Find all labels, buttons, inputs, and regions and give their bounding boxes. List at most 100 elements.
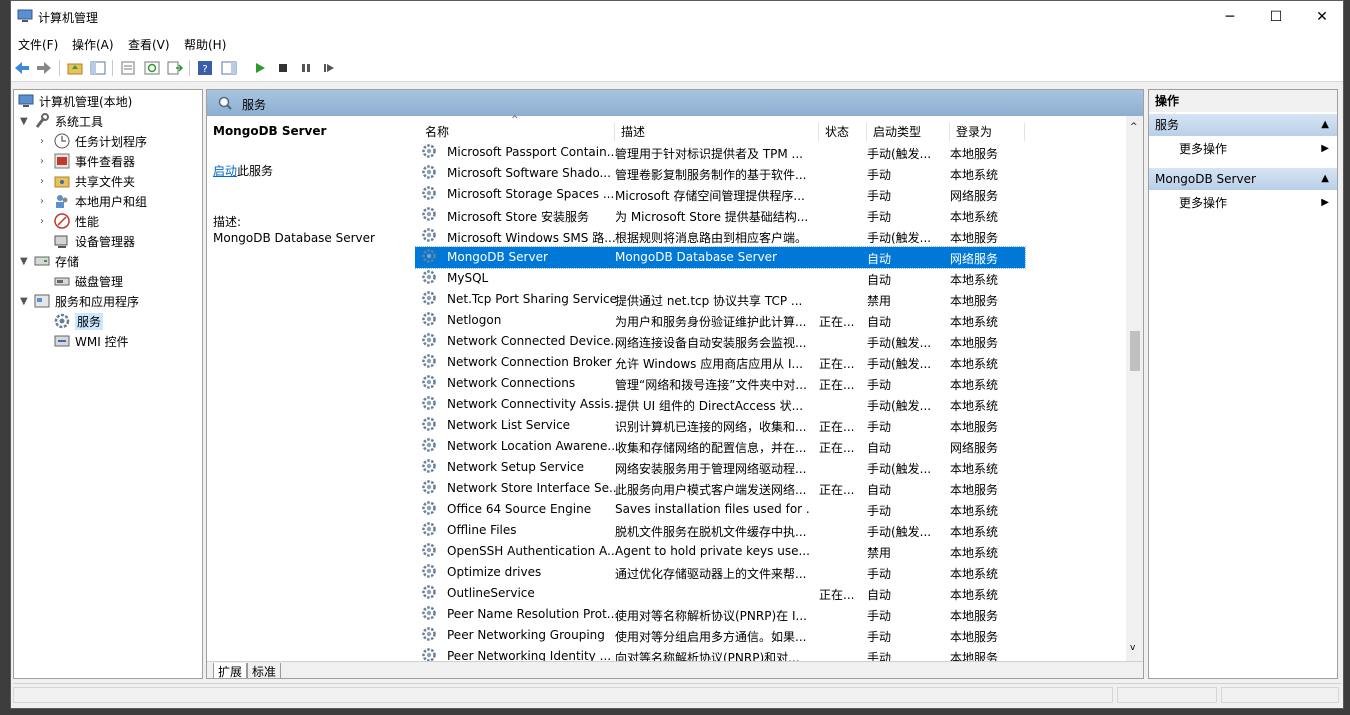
- service-row[interactable]: Network List Service 识别计算机已连接的网络，收集和... 正在…: [415, 415, 1025, 436]
- tree-node-event-viewer[interactable]: › 事件查看器: [40, 151, 135, 171]
- expand-arrow-icon[interactable]: ›: [40, 216, 54, 227]
- tab-standard[interactable]: 标准: [247, 663, 282, 678]
- service-logon-as: 本地服务: [950, 147, 999, 161]
- shared-folder-icon: [54, 173, 70, 189]
- maximize-button[interactable]: ☐: [1253, 1, 1299, 33]
- collapse-arrow-icon[interactable]: ▼: [20, 296, 34, 307]
- col-header-logon-as[interactable]: 登录为: [950, 123, 1025, 141]
- more-actions-services[interactable]: 更多操作 ▶: [1179, 138, 1329, 160]
- tree-node-task-scheduler[interactable]: › 任务计划程序: [40, 131, 147, 151]
- tree-node-local-users[interactable]: › 本地用户和组: [40, 191, 147, 211]
- tree-node-storage[interactable]: ▼ 存储: [20, 251, 79, 271]
- service-row[interactable]: Network Connectivity Assis... 提供 UI 组件的 D…: [415, 394, 1025, 415]
- service-name: Microsoft Store 安装服务: [447, 210, 589, 224]
- expand-arrow-icon[interactable]: ›: [40, 136, 54, 147]
- service-row[interactable]: OutlineService 正在... 自动 本地系统: [415, 583, 1025, 604]
- up-folder-icon[interactable]: [66, 59, 84, 77]
- service-row[interactable]: OpenSSH Authentication A... Agent to hold…: [415, 541, 1025, 562]
- service-startup-type: 手动: [867, 609, 892, 623]
- menu-file[interactable]: 文件(F): [18, 36, 58, 53]
- export-list-icon[interactable]: [166, 59, 184, 77]
- service-row[interactable]: Offline Files 脱机文件服务在脱机文件缓存中执... 手动(触发... 本…: [415, 520, 1025, 541]
- menu-action[interactable]: 操作(A): [72, 36, 114, 53]
- scroll-up-icon[interactable]: ^: [1130, 122, 1138, 132]
- restart-service-icon[interactable]: [320, 59, 338, 77]
- close-button[interactable]: ✕: [1299, 1, 1345, 33]
- service-gear-icon: [415, 353, 439, 372]
- service-row[interactable]: Peer Networking Grouping 使用对等分组启用多方通信。如果.…: [415, 625, 1025, 646]
- actions-section-mongodb[interactable]: MongoDB Server ▲: [1149, 168, 1337, 190]
- show-hide-tree-icon[interactable]: [89, 59, 107, 77]
- service-row[interactable]: Network Connected Device... 网络连接设备自动安装服务会…: [415, 331, 1025, 352]
- collapse-arrow-icon[interactable]: ▼: [20, 116, 34, 127]
- service-row[interactable]: Peer Networking Identity ... 向对等名称解析协议(PN…: [415, 646, 1025, 662]
- service-row[interactable]: Net.Tcp Port Sharing Service 提供通过 net.tcp…: [415, 289, 1025, 310]
- service-logon-as: 本地服务: [950, 231, 999, 245]
- service-row[interactable]: Microsoft Store 安装服务 为 Microsoft Store 提供…: [415, 205, 1025, 226]
- service-name: Offline Files: [447, 523, 517, 537]
- expand-arrow-icon[interactable]: ›: [40, 176, 54, 187]
- service-row[interactable]: Network Connection Broker 允许 Windows 应用商店…: [415, 352, 1025, 373]
- start-service-icon[interactable]: [251, 59, 269, 77]
- pause-service-icon[interactable]: [297, 59, 315, 77]
- scroll-down-icon[interactable]: v: [1130, 643, 1135, 653]
- refresh-icon[interactable]: [143, 59, 161, 77]
- users-icon: [54, 193, 70, 209]
- service-startup-type: 手动(触发...: [867, 231, 932, 245]
- service-startup-type: 手动: [867, 630, 892, 644]
- tree-node-device-manager[interactable]: 设备管理器: [40, 231, 135, 251]
- expand-arrow-icon[interactable]: ›: [40, 196, 54, 207]
- service-row[interactable]: MySQL 自动 本地系统: [415, 268, 1025, 289]
- service-row[interactable]: Microsoft Windows SMS 路... 根据规则将消息路由到相应客户…: [415, 226, 1025, 247]
- properties-icon[interactable]: [119, 59, 137, 77]
- service-name: Net.Tcp Port Sharing Service: [447, 292, 617, 306]
- tab-extended[interactable]: 扩展: [213, 663, 248, 678]
- service-row[interactable]: Optimize drives 通过优化存储驱动器上的文件来帮... 手动 本地系统: [415, 562, 1025, 583]
- service-gear-icon: [415, 311, 439, 330]
- service-row[interactable]: Network Store Interface Se... 此服务向用户模式客户端…: [415, 478, 1025, 499]
- service-row[interactable]: Netlogon 为用户和服务身份验证维护此计算... 正在... 自动 本地系统: [415, 310, 1025, 331]
- tree-node-services-apps[interactable]: ▼ 服务和应用程序: [20, 291, 139, 311]
- stop-service-icon[interactable]: [274, 59, 292, 77]
- service-row[interactable]: Office 64 Source Engine Saves installatio…: [415, 499, 1025, 520]
- scrollbar-thumb[interactable]: [1130, 331, 1140, 371]
- tree-node-shared-folders[interactable]: › 共享文件夹: [40, 171, 135, 191]
- service-row[interactable]: Network Connections 管理“网络和拨号连接”文件夹中对... 正在…: [415, 373, 1025, 394]
- collapse-up-icon[interactable]: ▲: [1321, 114, 1329, 136]
- action-pane-icon[interactable]: [220, 59, 238, 77]
- more-actions-mongodb[interactable]: 更多操作 ▶: [1179, 192, 1329, 214]
- col-header-description[interactable]: 描述: [615, 123, 819, 141]
- tree-node-disk-management[interactable]: 磁盘管理: [40, 271, 123, 291]
- tree-node-services[interactable]: 服务: [54, 311, 104, 331]
- vertical-scrollbar[interactable]: ^ v: [1126, 116, 1143, 661]
- service-row[interactable]: Microsoft Software Shado... 管理卷影复制服务制作的基于…: [415, 163, 1025, 184]
- help-icon[interactable]: ?: [196, 59, 214, 77]
- forward-icon[interactable]: [35, 59, 53, 77]
- service-name: Network Location Awarene...: [447, 439, 617, 453]
- service-row[interactable]: Peer Name Resolution Prot... 使用对等名称解析协议(P…: [415, 604, 1025, 625]
- service-row[interactable]: Network Location Awarene... 收集和存储网络的配置信息，…: [415, 436, 1025, 457]
- submenu-arrow-icon: ▶: [1321, 143, 1329, 154]
- service-description: 脱机文件服务在脱机文件缓存中执...: [615, 525, 807, 539]
- service-description: Agent to hold private keys use...: [615, 544, 810, 558]
- menu-help[interactable]: 帮助(H): [184, 36, 226, 53]
- tree-node-system-tools[interactable]: ▼ 系统工具: [20, 111, 103, 131]
- minimize-button[interactable]: ─: [1207, 1, 1253, 33]
- collapse-up-icon[interactable]: ▲: [1321, 168, 1329, 190]
- start-service-link[interactable]: 启动: [213, 164, 237, 178]
- col-header-startup-type[interactable]: 启动类型: [867, 123, 950, 141]
- service-row[interactable]: MongoDB Server MongoDB Database Server 自动 网…: [415, 246, 1026, 269]
- tree-node-performance[interactable]: › 性能: [40, 211, 99, 231]
- tree-node-wmi[interactable]: WMI 控件: [54, 331, 129, 351]
- actions-section-services[interactable]: 服务 ▲: [1149, 114, 1337, 136]
- tree-node-root[interactable]: 计算机管理(本地): [18, 91, 132, 111]
- back-icon[interactable]: [13, 59, 31, 77]
- collapse-arrow-icon[interactable]: ▼: [20, 256, 34, 267]
- col-header-name[interactable]: 名称 ^: [419, 115, 615, 141]
- service-row[interactable]: Microsoft Storage Spaces ... Microsoft 存储…: [415, 184, 1025, 205]
- col-header-status[interactable]: 状态: [819, 123, 867, 141]
- expand-arrow-icon[interactable]: ›: [40, 156, 54, 167]
- menu-view[interactable]: 查看(V): [128, 36, 170, 53]
- service-row[interactable]: Network Setup Service 网络安装服务用于管理网络驱动程... 手…: [415, 457, 1025, 478]
- service-row[interactable]: Microsoft Passport Contain... 管理用于针对标识提供者…: [415, 142, 1025, 163]
